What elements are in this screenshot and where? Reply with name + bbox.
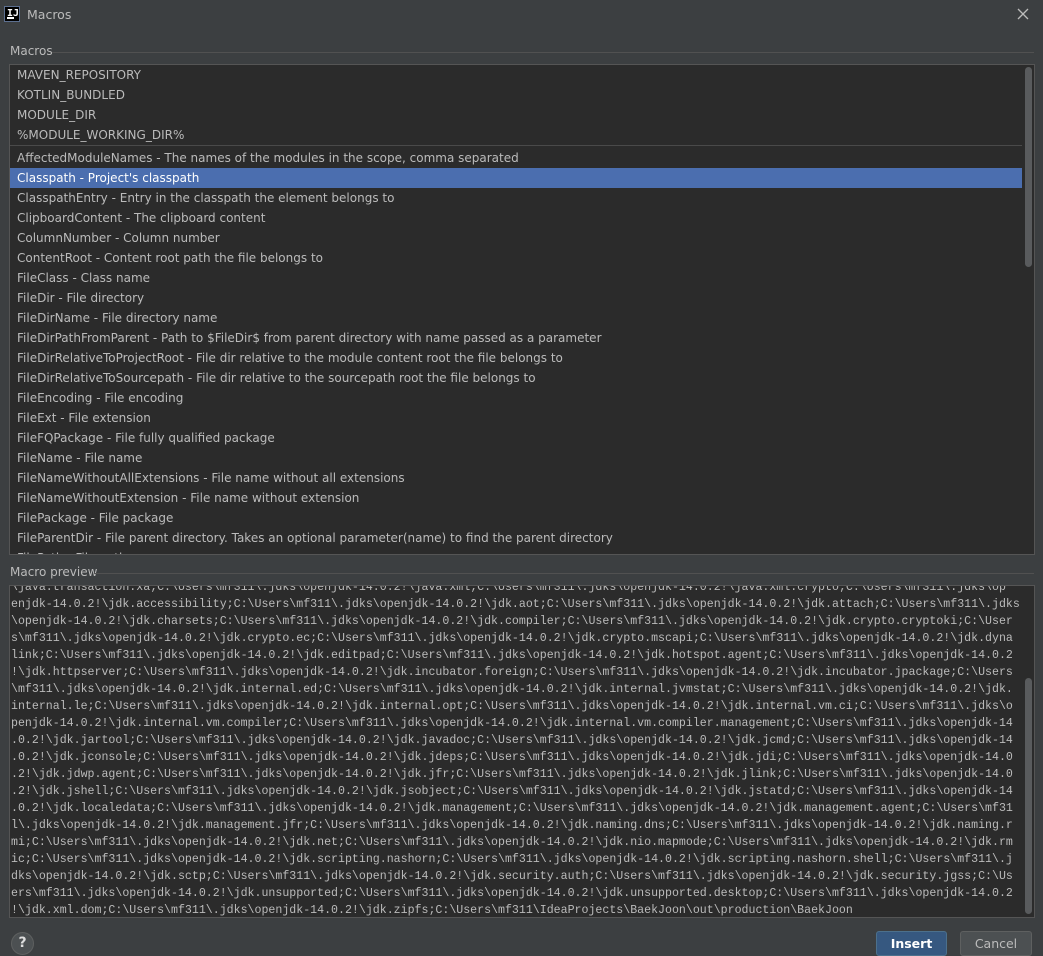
path-macro-item[interactable]: MAVEN_REPOSITORY: [10, 65, 1022, 85]
macro-item[interactable]: AffectedModuleNames - The names of the m…: [10, 148, 1022, 168]
macro-item[interactable]: FileClass - Class name: [10, 268, 1022, 288]
macro-item[interactable]: FileParentDir - File parent directory. T…: [10, 528, 1022, 548]
macro-item[interactable]: FilePath - File path: [10, 548, 1022, 554]
macros-section-label: Macros: [10, 44, 53, 58]
macro-item[interactable]: FileDirName - File directory name: [10, 308, 1022, 328]
path-macro-item[interactable]: MODULE_DIR: [10, 105, 1022, 125]
macro-item[interactable]: ClasspathEntry - Entry in the classpath …: [10, 188, 1022, 208]
macro-item[interactable]: FileName - File name: [10, 448, 1022, 468]
cancel-button[interactable]: Cancel: [960, 931, 1032, 956]
preview-line: internal.le;C:\Users\mf311\.jdks\openjdk…: [11, 700, 1013, 713]
macro-item[interactable]: FileDirPathFromParent - Path to $FileDir…: [10, 328, 1022, 348]
preview-line: .0.2!\jdk.jconsole;C:\Users\mf311\.jdks\…: [11, 751, 1013, 764]
macro-preview-text: \java.transaction.xa;C:\Users\mf311\.jdk…: [11, 585, 1021, 917]
preview-line: l\.jdks\openjdk-14.0.2!\jdk.management.j…: [11, 819, 1013, 832]
macro-item[interactable]: Classpath - Project's classpath: [10, 168, 1022, 188]
macro-item[interactable]: FileNameWithoutExtension - File name wit…: [10, 488, 1022, 508]
macro-preview-area[interactable]: \java.transaction.xa;C:\Users\mf311\.jdk…: [9, 585, 1035, 918]
preview-line: link;C:\Users\mf311\.jdks\openjdk-14.0.2…: [11, 649, 1013, 662]
preview-section-divider: [94, 573, 1034, 574]
preview-line: .2!\jdk.jshell;C:\Users\mf311\.jdks\open…: [11, 785, 1013, 798]
macro-item[interactable]: FileFQPackage - File fully qualified pac…: [10, 428, 1022, 448]
preview-line: !\jdk.httpserver;C:\Users\mf311\.jdks\op…: [11, 666, 1013, 679]
preview-line: ic;C:\Users\mf311\.jdks\openjdk-14.0.2!\…: [11, 853, 1013, 866]
macros-list-content: MAVEN_REPOSITORY KOTLIN_BUNDLED MODULE_DIR…: [10, 65, 1022, 554]
preview-line: .0.2!\jdk.localedata;C:\Users\mf311\.jdk…: [11, 802, 1013, 815]
help-button[interactable]: ?: [11, 932, 34, 955]
preview-line: !\jdk.xml.dom;C:\Users\mf311\.jdks\openj…: [11, 904, 853, 917]
macro-item[interactable]: FileDirRelativeToProjectRoot - File dir …: [10, 348, 1022, 368]
preview-line: \java.transaction.xa;C:\Users\mf311\.jdk…: [11, 585, 1006, 594]
macro-item[interactable]: ClipboardContent - The clipboard content: [10, 208, 1022, 228]
preview-line: .0.2!\jdk.jartool;C:\Users\mf311\.jdks\o…: [11, 734, 1013, 747]
preview-scrollbar[interactable]: [1025, 678, 1032, 914]
preview-line: \openjdk-14.0.2!\jdk.charsets;C:\Users\m…: [11, 615, 1013, 628]
preview-line: s\mf311\.jdks\openjdk-14.0.2!\jdk.crypto…: [11, 632, 1013, 645]
macro-item[interactable]: FileNameWithoutAllExtensions - File name…: [10, 468, 1022, 488]
macro-item[interactable]: FileDir - File directory: [10, 288, 1022, 308]
macro-item[interactable]: FileExt - File extension: [10, 408, 1022, 428]
path-macro-item[interactable]: %MODULE_WORKING_DIR%: [10, 125, 1022, 145]
title-bar: IJ Macros: [0, 0, 1043, 30]
preview-line: \mf311\.jdks\openjdk-14.0.2!\jdk.interna…: [11, 683, 1013, 696]
macros-section-divider: [52, 52, 1034, 53]
macro-item[interactable]: FilePackage - File package: [10, 508, 1022, 528]
preview-line: mi;C:\Users\mf311\.jdks\openjdk-14.0.2!\…: [11, 836, 1013, 849]
preview-line: penjdk-14.0.2!\jdk.internal.vm.compiler;…: [11, 717, 1013, 730]
close-icon[interactable]: [1013, 4, 1033, 24]
preview-line: dks\openjdk-14.0.2!\jdk.sctp;C:\Users\mf…: [11, 870, 1013, 883]
macro-item[interactable]: FileDirRelativeToSourcepath - File dir r…: [10, 368, 1022, 388]
path-macro-item[interactable]: KOTLIN_BUNDLED: [10, 85, 1022, 105]
preview-line: enjdk-14.0.2!\jdk.accessibility;C:\Users…: [11, 598, 1020, 611]
preview-section-label: Macro preview: [10, 565, 98, 579]
window-title: Macros: [27, 7, 72, 22]
macro-item[interactable]: ColumnNumber - Column number: [10, 228, 1022, 248]
macros-list[interactable]: MAVEN_REPOSITORY KOTLIN_BUNDLED MODULE_DIR…: [9, 64, 1035, 555]
preview-line: .2!\jdk.jdwp.agent;C:\Users\mf311\.jdks\…: [11, 768, 1013, 781]
macro-item[interactable]: ContentRoot - Content root path the file…: [10, 248, 1022, 268]
intellij-app-icon: IJ: [4, 6, 20, 22]
macros-list-scrollbar[interactable]: [1025, 67, 1032, 267]
macro-item[interactable]: FileEncoding - File encoding: [10, 388, 1022, 408]
preview-line: ers\mf311\.jdks\openjdk-14.0.2!\jdk.unsu…: [11, 887, 1013, 900]
insert-button[interactable]: Insert: [876, 931, 947, 956]
